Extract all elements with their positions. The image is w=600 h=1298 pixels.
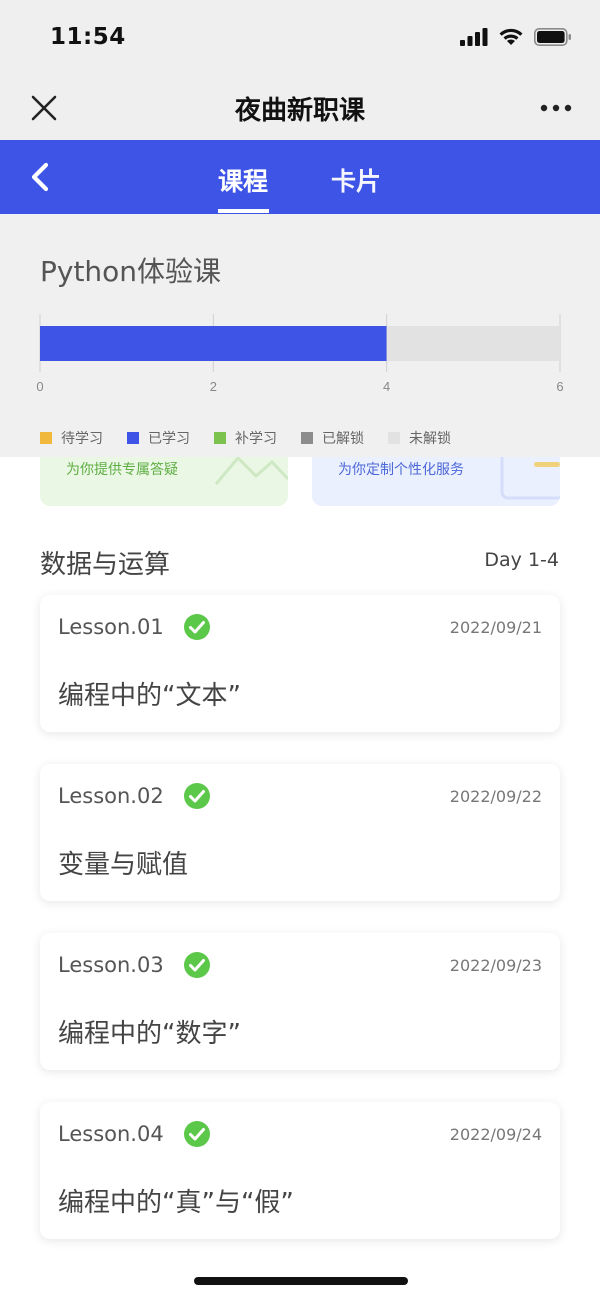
- legend-item: 已解锁: [301, 428, 364, 448]
- tab-course[interactable]: 课程: [218, 162, 268, 198]
- lesson-date: 2022/09/23: [449, 956, 542, 975]
- section-day-range: Day 1-4: [484, 549, 559, 571]
- legend-label: 未解锁: [409, 431, 451, 447]
- check-circle-icon: [184, 952, 210, 978]
- lesson-title: 编程中的“数字”: [58, 1019, 241, 1049]
- check-circle-icon: [184, 1121, 210, 1147]
- back-button[interactable]: [22, 158, 58, 196]
- lesson-date: 2022/09/21: [449, 618, 542, 637]
- progress-chart: 0 2 4 6: [36, 314, 564, 394]
- chart-tick-label: 2: [210, 379, 217, 394]
- lesson-date: 2022/09/22: [449, 787, 542, 806]
- check-circle-icon: [184, 783, 210, 809]
- chart-legend: 待学习 已学习 补学习 已解锁 未解锁: [40, 428, 475, 448]
- chart-tick-label: 6: [556, 379, 563, 394]
- legend-label: 补学习: [235, 431, 277, 447]
- promo-text-service: 为你定制个性化服务: [338, 462, 464, 478]
- status-bar: 11:54: [0, 0, 600, 76]
- lesson-number: Lesson.02: [58, 784, 164, 808]
- lesson-title: 变量与赋值: [58, 850, 189, 880]
- chart-tick-label: 0: [36, 379, 43, 394]
- legend-swatch: [388, 432, 400, 444]
- legend-item: 已学习: [127, 428, 190, 448]
- status-time: 11:54: [50, 24, 126, 50]
- lesson-card[interactable]: Lesson.04 2022/09/24 编程中的“真”与“假”: [40, 1102, 560, 1239]
- legend-item: 待学习: [40, 428, 103, 448]
- promo-text-answers: 为你提供专属答疑: [66, 462, 178, 478]
- lesson-number: Lesson.04: [58, 1122, 164, 1146]
- lesson-number: Lesson.01: [58, 615, 164, 639]
- lesson-card[interactable]: Lesson.03 2022/09/23 编程中的“数字”: [40, 933, 560, 1070]
- lesson-card[interactable]: Lesson.02 2022/09/22 变量与赋值: [40, 764, 560, 901]
- lesson-date: 2022/09/24: [449, 1125, 542, 1144]
- lesson-title: 编程中的“文本”: [58, 681, 241, 711]
- status-icons: [460, 27, 572, 46]
- legend-label: 已学习: [148, 431, 190, 447]
- course-header: 课程 卡片: [0, 140, 600, 214]
- legend-item: 补学习: [214, 428, 277, 448]
- battery-icon: [534, 27, 571, 46]
- section-title: 数据与运算: [40, 550, 171, 580]
- lesson-title: 编程中的“真”与“假”: [58, 1188, 294, 1218]
- progress-chart-panel: Python体验课 0246 待学习 已学习 补学习 已解锁 未解锁: [0, 214, 600, 457]
- chart-bar-segment: [40, 326, 387, 361]
- legend-swatch: [40, 432, 52, 444]
- title-bar: 夜曲新职课: [0, 76, 600, 140]
- legend-label: 待学习: [61, 431, 103, 447]
- active-tab-indicator: [218, 209, 269, 213]
- home-indicator: [194, 1277, 408, 1285]
- chevron-left-icon: [31, 162, 49, 192]
- legend-label: 已解锁: [322, 431, 364, 447]
- legend-swatch: [127, 432, 139, 444]
- tab-card[interactable]: 卡片: [331, 162, 381, 198]
- lesson-card[interactable]: Lesson.01 2022/09/21 编程中的“文本”: [40, 595, 560, 732]
- chart-tick-label: 4: [383, 379, 390, 394]
- legend-swatch: [301, 432, 313, 444]
- check-circle-icon: [184, 614, 210, 640]
- more-icon: [540, 104, 572, 112]
- legend-swatch: [214, 432, 226, 444]
- page-title: 夜曲新职课: [234, 96, 365, 126]
- lesson-number: Lesson.03: [58, 953, 164, 977]
- chart-bar-segment: [386, 326, 560, 361]
- legend-item: 未解锁: [388, 428, 451, 448]
- signal-icon: [460, 27, 488, 46]
- more-button[interactable]: [536, 88, 576, 128]
- wifi-icon: [499, 28, 523, 45]
